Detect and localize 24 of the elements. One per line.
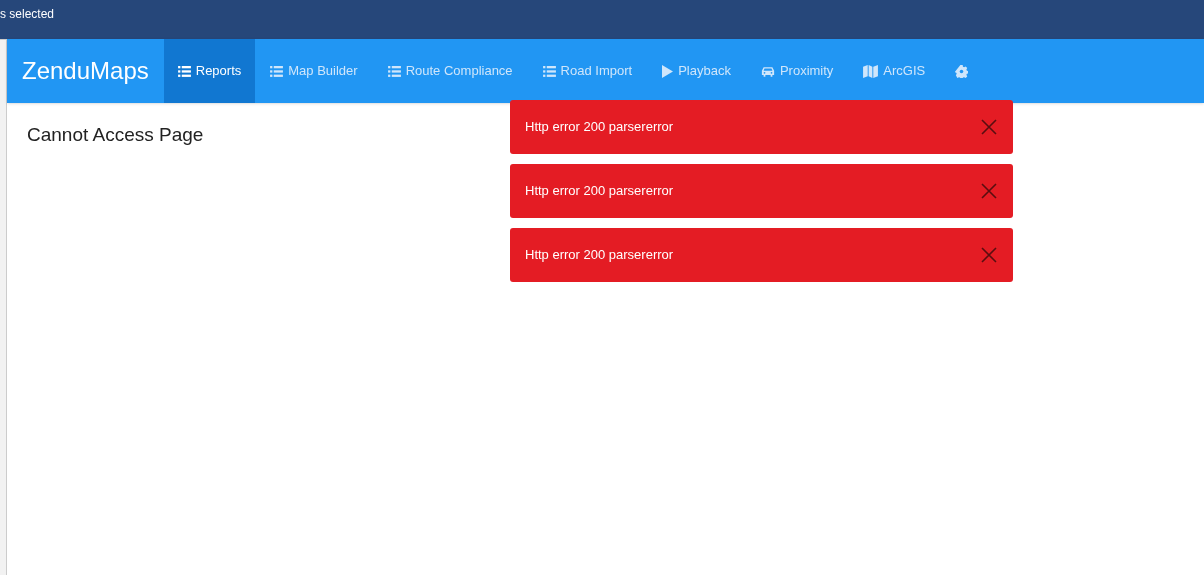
settings-icon — [955, 64, 969, 78]
list-icon — [542, 65, 556, 77]
close-button[interactable] — [981, 183, 997, 199]
nav-tab[interactable]: Map Builder — [255, 39, 373, 103]
nav-tab[interactable]: Route Compliance — [372, 39, 528, 103]
page-title: Cannot Access Page — [27, 123, 204, 147]
map-icon — [863, 64, 879, 78]
play-icon — [662, 64, 674, 78]
nav-tab[interactable]: ArcGIS — [848, 39, 941, 103]
list-icon — [270, 65, 284, 77]
toast-message: Http error 200 parsererror — [525, 246, 674, 265]
nav-tab[interactable]: Road Import — [527, 39, 648, 103]
toast-message: Http error 200 parsererror — [525, 118, 674, 137]
nav-tab[interactable]: Proximity — [745, 39, 849, 103]
brand-logo[interactable]: ZenduMaps — [7, 53, 164, 89]
car-icon — [760, 65, 775, 77]
close-button[interactable] — [981, 119, 997, 135]
close-button[interactable] — [981, 247, 997, 263]
nav-tab[interactable]: Playback — [647, 39, 746, 103]
list-icon — [177, 65, 191, 77]
toast-message: Http error 200 parsererror — [525, 182, 674, 201]
nav-tab[interactable]: Reports — [163, 39, 256, 103]
selection-count: s selected — [0, 6, 55, 23]
list-icon — [387, 65, 401, 77]
